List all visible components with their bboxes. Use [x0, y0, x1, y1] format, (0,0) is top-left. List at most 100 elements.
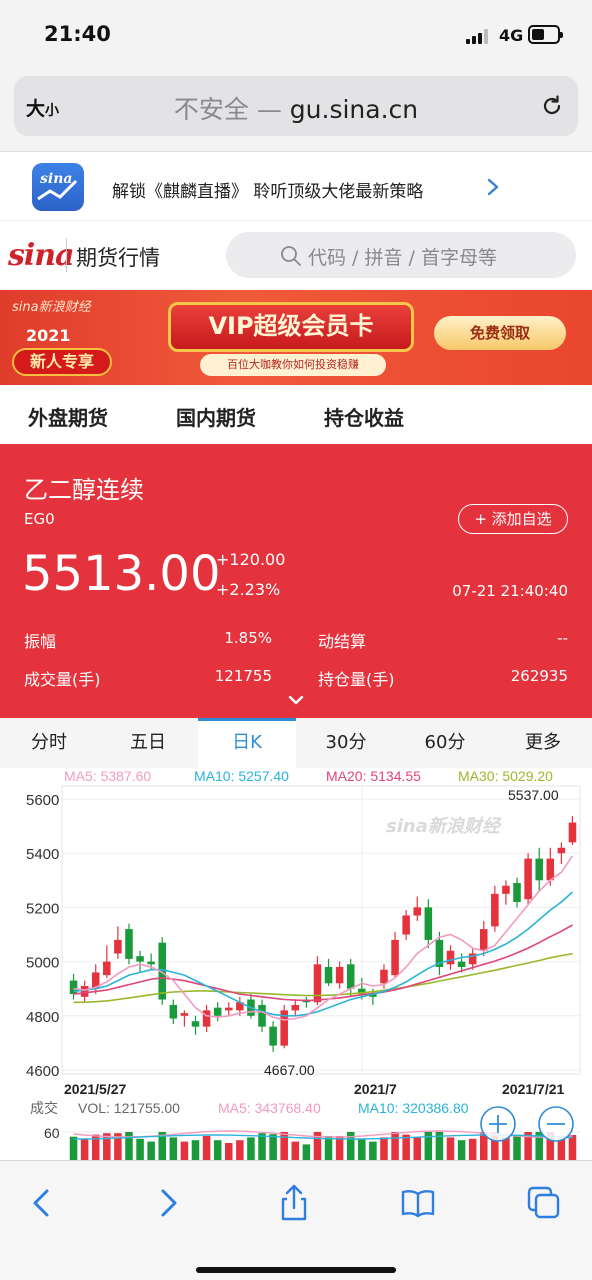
candle-body [413, 907, 422, 916]
chevron-right-icon [487, 178, 499, 196]
svg-text:sina: sina [40, 171, 72, 187]
home-indicator [196, 1267, 396, 1273]
max-price-label: 5537.00 [508, 787, 559, 803]
kline-chart-svg[interactable]: 5600 5400 5200 5000 4800 4600 sina新浪财经 MA5: 538… [0, 768, 592, 1160]
vip-ad-banner[interactable]: sina新浪财经 2021 新人专享 VIP超级会员卡 百位大咖教你如何投资稳赚… [0, 290, 592, 385]
volume-bar [280, 1132, 288, 1160]
bookmarks-icon[interactable] [398, 1183, 438, 1223]
volume-bar [125, 1132, 133, 1160]
candle-body [125, 929, 133, 959]
tab-foreign-futures[interactable]: 外盘期货 [28, 402, 108, 431]
volume-bar [191, 1140, 200, 1160]
search-input[interactable]: 代码 / 拼音 / 首字母等 [226, 232, 576, 278]
candle-body [391, 939, 399, 976]
volume-bar [258, 1133, 266, 1160]
volume-bar [369, 1141, 377, 1160]
amplitude-label: 振幅 [24, 632, 57, 651]
reload-icon[interactable] [540, 94, 564, 118]
last-price: 5513.00 [22, 546, 221, 602]
back-icon[interactable] [22, 1183, 62, 1223]
candle-body [103, 961, 111, 976]
volume-ma10-text: MA10: 320386.80 [358, 1100, 469, 1116]
tab-position-returns[interactable]: 持仓收益 [324, 402, 404, 431]
ma-legend-ma30: MA30: 5029.20 [458, 768, 553, 784]
volume-bar [324, 1136, 333, 1160]
volume-bar [80, 1138, 89, 1160]
settle-value: -- [557, 629, 568, 647]
main-tabs: 外盘期货 国内期货 持仓收益 [0, 386, 592, 444]
browser-toolbar [0, 1160, 592, 1280]
volume-bar [147, 1141, 155, 1160]
ad-year: 2021 [26, 326, 71, 345]
ma-legend-ma20: MA20: 5134.55 [326, 768, 421, 784]
period-tab-more[interactable]: 更多 [494, 718, 592, 768]
candle-body [546, 858, 555, 881]
volume-bar [568, 1135, 577, 1160]
promo-text: 解锁《麒麟直播》 聆听顶级大佬最新策略 [112, 182, 424, 202]
add-watchlist-button[interactable]: + 添加自选 [458, 504, 568, 534]
candle-body [491, 893, 499, 927]
volume-ma5-text: MA5: 343768.40 [218, 1100, 321, 1116]
kline-chart[interactable]: 5600 5400 5200 5000 4800 4600 sina新浪财经 MA5: 538… [0, 768, 592, 1160]
open-interest-value: 262935 [510, 667, 568, 685]
candle-body [69, 980, 78, 995]
candle-body [568, 822, 577, 843]
tabs-icon[interactable] [524, 1183, 564, 1223]
volume-bar [446, 1137, 455, 1160]
volume-bar [224, 1143, 233, 1160]
y-tick-label: 5400 [26, 846, 59, 863]
sina-logo[interactable]: sina [8, 238, 75, 273]
candle-body [446, 950, 455, 965]
y-tick-label: 5200 [26, 900, 59, 917]
candle-body [524, 858, 532, 900]
candle-body [258, 1004, 266, 1027]
settle-label: 动结算 [318, 632, 367, 651]
y-tick-label: 5600 [26, 792, 59, 809]
period-tab-five-day[interactable]: 五日 [99, 718, 197, 768]
candle-body [169, 1004, 178, 1019]
x-label-end: 2021/7/21 [502, 1081, 564, 1097]
price-change: +120.00 [216, 550, 286, 569]
amplitude-value: 1.85% [224, 629, 272, 647]
ma-line-ma30 [73, 952, 573, 1004]
candle-body [557, 847, 566, 854]
candle-body [213, 1007, 222, 1016]
text-size-button[interactable]: 大小 [26, 94, 59, 121]
candle-body [180, 1013, 189, 1016]
volume-bar [291, 1141, 300, 1160]
candle-body [535, 858, 543, 881]
status-bar: 21:40 4G [0, 0, 592, 72]
candle-body [269, 1026, 277, 1046]
candle-body [80, 985, 89, 997]
ad-claim-button[interactable]: 免费领取 [434, 316, 566, 350]
tab-domestic-futures[interactable]: 国内期货 [176, 402, 256, 431]
url-display[interactable]: 不安全 — gu.sina.cn [74, 90, 518, 126]
candle-body [346, 964, 355, 989]
search-icon [281, 246, 301, 266]
ad-headline: VIP超级会员卡 [168, 302, 414, 352]
browser-address-area: 大小 不安全 — gu.sina.cn [0, 72, 592, 152]
quote-panel: 乙二醇连续 EG0 + 添加自选 5513.00 +120.00 +2.23% … [0, 444, 592, 718]
period-tab-60min[interactable]: 60分 [396, 718, 494, 768]
chevron-down-icon[interactable] [288, 694, 304, 706]
share-icon[interactable] [274, 1183, 314, 1223]
address-bar[interactable]: 大小 不安全 — gu.sina.cn [14, 76, 578, 136]
app-promo-banner[interactable]: sina 解锁《麒麟直播》 聆听顶级大佬最新策略 [0, 153, 592, 221]
x-label-start: 2021/5/27 [64, 1081, 126, 1097]
volume-bar [236, 1140, 244, 1160]
candle-body [114, 939, 122, 954]
open-interest-label: 持仓量(手) [318, 670, 395, 689]
period-tab-intraday[interactable]: 分时 [0, 718, 98, 768]
min-price-label: 4667.00 [264, 1062, 315, 1078]
y-tick-label: 5000 [26, 955, 59, 972]
period-tab-daily[interactable]: 日K [198, 718, 296, 768]
forward-icon[interactable] [148, 1183, 188, 1223]
candle-body [457, 961, 466, 968]
ma-legend-ma5: MA5: 5387.60 [64, 768, 151, 784]
period-tab-30min[interactable]: 30分 [297, 718, 395, 768]
contract-name: 乙二醇连续 [24, 476, 144, 504]
candle-body [513, 883, 521, 902]
volume-value: 121755 [214, 667, 272, 685]
volume-bar [513, 1134, 521, 1160]
volume-bar [247, 1137, 255, 1160]
